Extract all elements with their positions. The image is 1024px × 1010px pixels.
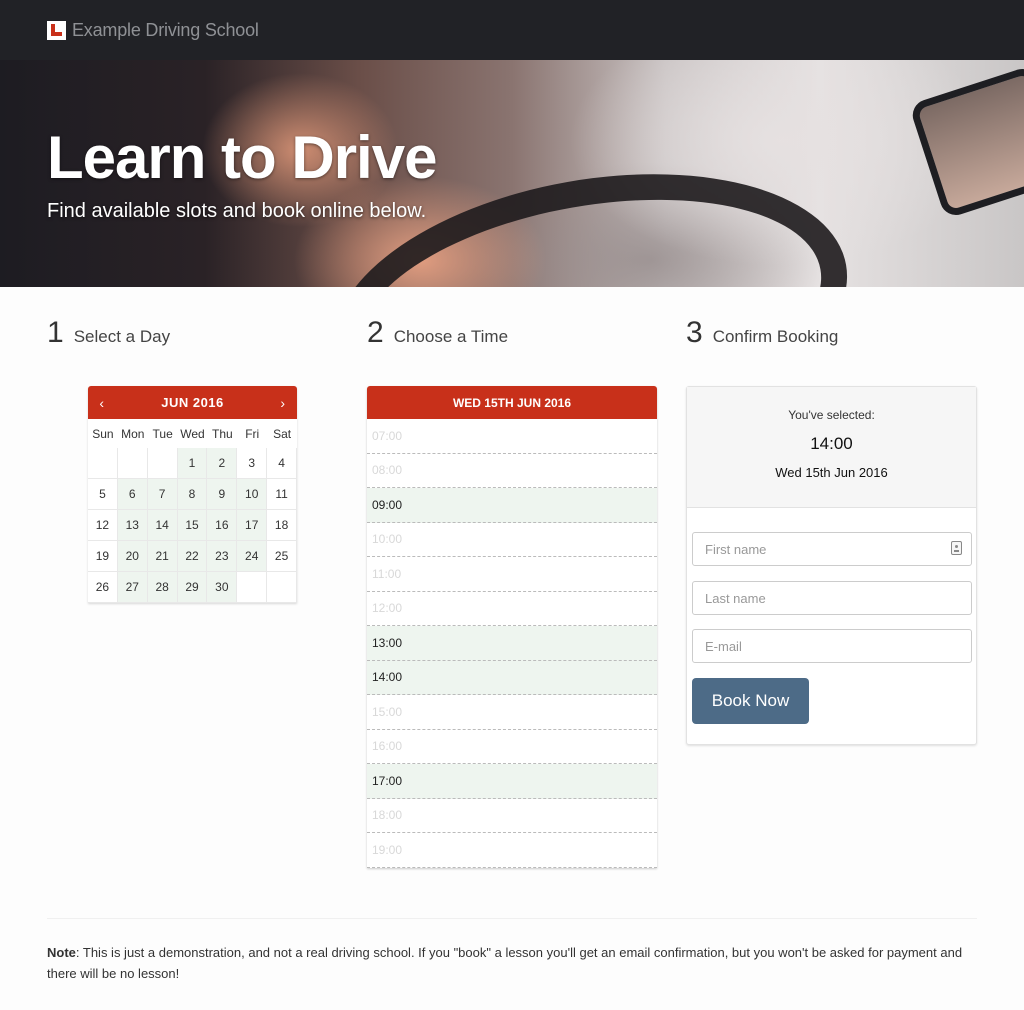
weekday-header: Mon: [121, 426, 145, 441]
selected-time: 14:00: [810, 434, 853, 453]
calendar-day[interactable]: 23: [207, 541, 238, 572]
step-number: 2: [367, 316, 384, 349]
calendar-day: 19: [88, 541, 118, 572]
step-label: Choose a Time: [393, 327, 509, 346]
chevron-right-icon[interactable]: ›: [277, 395, 289, 411]
selected-label: You've selected:: [788, 408, 875, 422]
calendar-day[interactable]: 1: [177, 448, 208, 479]
calendar-empty-cell: [237, 572, 268, 603]
calendar-day: 18: [267, 510, 297, 541]
time-slot: 16:00: [367, 730, 657, 764]
book-now-button[interactable]: Book Now: [692, 678, 809, 724]
calendar-day[interactable]: 27: [117, 572, 148, 603]
time-slot: 10:00: [367, 523, 657, 557]
calendar-day[interactable]: 7: [147, 479, 178, 510]
calendar-day[interactable]: 13: [117, 510, 148, 541]
rear-view-mirror-image: [908, 64, 1024, 220]
calendar-day[interactable]: 24: [237, 541, 268, 572]
step-number: 1: [47, 316, 64, 349]
selected-day-header: WED 15TH JUN 2016: [367, 386, 657, 419]
calendar-day: 5: [88, 479, 118, 510]
calendar-month-label: JUN 2016: [161, 395, 224, 410]
calendar-empty-cell: [267, 572, 297, 603]
step-2-heading: 2 Choose a Time: [367, 316, 508, 350]
step-label: Confirm Booking: [712, 327, 839, 346]
weekday-header: Sun: [92, 426, 114, 441]
contact-card-icon[interactable]: [951, 541, 962, 555]
time-slot: 15:00: [367, 695, 657, 730]
calendar-day[interactable]: 6: [117, 479, 148, 510]
learner-plate-logo-icon: [47, 20, 66, 40]
calendar-day[interactable]: 15: [177, 510, 208, 541]
top-navbar: Example Driving School: [0, 0, 1024, 60]
hero-banner: Learn to Drive Find available slots and …: [0, 60, 1024, 287]
time-slot: 19:00: [367, 833, 657, 868]
disclaimer-note: Note: This is just a demonstration, and …: [47, 942, 982, 984]
email-field[interactable]: [692, 629, 972, 663]
calendar-day[interactable]: 17: [237, 510, 268, 541]
step-number: 3: [686, 316, 703, 349]
weekday-header: Sat: [273, 426, 292, 441]
calendar-day[interactable]: 30: [207, 572, 238, 603]
calendar-empty-cell: [147, 448, 178, 479]
calendar-day[interactable]: 9: [207, 479, 238, 510]
first-name-field[interactable]: [692, 532, 972, 566]
calendar-day: 3: [237, 448, 268, 479]
calendar-header: ‹ JUN 2016 ›: [88, 386, 297, 419]
weekday-header: Tue: [152, 426, 173, 441]
calendar-grid: Sun Mon Tue Wed Thu Fri Sat 1 2 3 4 5 6 7 8 9 10 11 12 13 14…: [88, 419, 297, 603]
calendar-day: 11: [267, 479, 297, 510]
selection-summary: You've selected: 14:00 Wed 15th Jun 2016: [687, 387, 976, 508]
last-name-field[interactable]: [692, 581, 972, 615]
calendar-day[interactable]: 20: [117, 541, 148, 572]
calendar-day[interactable]: 29: [177, 572, 208, 603]
slot-rows: 07:00 08:00 09:00 10:00 11:00 12:00 13:00 14:00…: [367, 419, 657, 868]
calendar-empty-cell: [88, 448, 118, 479]
hero-title: Learn to Drive: [47, 124, 437, 191]
time-slot[interactable]: 09:00: [367, 488, 657, 523]
calendar-day: 4: [267, 448, 297, 479]
calendar-empty-cell: [117, 448, 148, 479]
step-label: Select a Day: [73, 327, 171, 346]
time-slot[interactable]: 14:00: [367, 660, 657, 695]
calendar-day[interactable]: 8: [177, 479, 208, 510]
booking-confirm-panel: You've selected: 14:00 Wed 15th Jun 2016…: [686, 386, 977, 745]
calendar-day[interactable]: 28: [147, 572, 178, 603]
calendar-day: 12: [88, 510, 118, 541]
time-slot: 11:00: [367, 557, 657, 592]
calendar-day[interactable]: 22: [177, 541, 208, 572]
date-picker-calendar: ‹ JUN 2016 › Sun Mon Tue Wed Thu Fri Sat 1 2 3 4 5 6…: [88, 386, 297, 603]
calendar-day[interactable]: 16: [207, 510, 238, 541]
note-label: Note: [47, 945, 76, 960]
calendar-day[interactable]: 10: [237, 479, 268, 510]
footer-divider: [47, 918, 977, 919]
time-slot[interactable]: 13:00: [367, 626, 657, 661]
time-slot: 07:00: [367, 419, 657, 454]
time-slot: 12:00: [367, 592, 657, 626]
time-slot-list: WED 15TH JUN 2016 07:00 08:00 09:00 10:00 11…: [367, 386, 657, 868]
weekday-header: Wed: [180, 426, 205, 441]
calendar-day: 25: [267, 541, 297, 572]
step-3-heading: 3 Confirm Booking: [686, 316, 838, 350]
selected-date: Wed 15th Jun 2016: [775, 465, 888, 480]
time-slot: 18:00: [367, 799, 657, 833]
time-slot[interactable]: 17:00: [367, 764, 657, 799]
chevron-left-icon[interactable]: ‹: [96, 395, 108, 411]
brand-name[interactable]: Example Driving School: [72, 20, 259, 41]
calendar-day[interactable]: 2: [207, 448, 238, 479]
time-slot: 08:00: [367, 454, 657, 488]
weekday-header: Fri: [245, 426, 260, 441]
weekday-header: Thu: [212, 426, 233, 441]
note-text: : This is just a demonstration, and not …: [47, 945, 963, 981]
calendar-day[interactable]: 21: [147, 541, 178, 572]
calendar-day: 26: [88, 572, 118, 603]
calendar-day[interactable]: 14: [147, 510, 178, 541]
step-1-heading: 1 Select a Day: [47, 316, 170, 350]
hero-subtitle: Find available slots and book online bel…: [47, 200, 427, 222]
